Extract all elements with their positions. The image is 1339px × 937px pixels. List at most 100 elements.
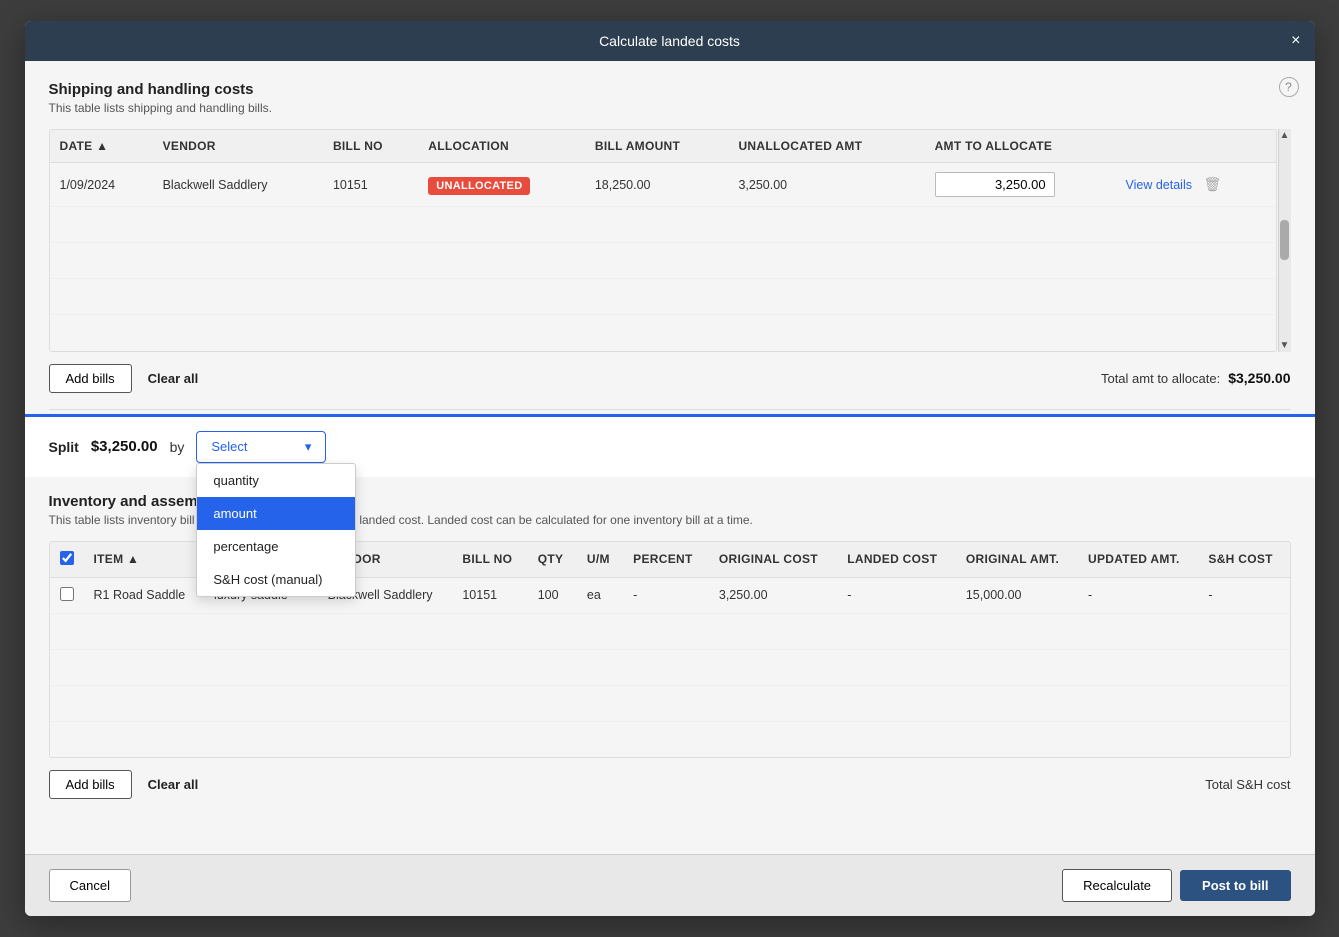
total-label: Total amt to allocate: — [1101, 371, 1220, 386]
scrollbar[interactable]: ▲ ▼ — [1278, 129, 1291, 352]
split-by-label: by — [170, 439, 185, 455]
col-sh-cost: S&H COST — [1198, 542, 1289, 578]
total-sh-cost-label: Total S&H cost — [1205, 777, 1290, 792]
col-bill-no: BILL NO — [323, 130, 418, 163]
col-um: U/M — [577, 542, 623, 578]
amt-to-allocate-input[interactable] — [935, 172, 1055, 197]
modal-footer: Cancel Recalculate Post to bill — [25, 854, 1315, 916]
split-bar: Split $3,250.00 by Select ▾ quantity amo… — [25, 414, 1315, 477]
cell-original-amt: 15,000.00 — [956, 577, 1078, 613]
cell-original-cost: 3,250.00 — [709, 577, 837, 613]
delete-row-icon[interactable]: 🗑 — [1203, 176, 1221, 192]
shipping-actions-left: Add bills Clear all — [49, 364, 199, 393]
col-inv-bill-no: BILL NO — [452, 542, 527, 578]
empty-row — [50, 613, 1290, 649]
dropdown-menu: quantity amount percentage S&H cost (man… — [196, 463, 356, 597]
modal-body: ? Shipping and handling costs This table… — [25, 61, 1315, 854]
cell-percent: - — [623, 577, 709, 613]
total-amount: $3,250.00 — [1228, 370, 1290, 386]
shipping-row-1: 1/09/2024 Blackwell Saddlery 10151 UNALL… — [50, 163, 1276, 207]
close-button[interactable]: × — [1291, 32, 1300, 50]
col-actions — [1116, 130, 1276, 163]
empty-row — [50, 721, 1290, 757]
cell-item: R1 Road Saddle — [84, 577, 205, 613]
inv-add-bills-button[interactable]: Add bills — [49, 770, 132, 799]
select-dropdown-label: Select — [211, 439, 247, 454]
cell-inv-bill-no: 10151 — [452, 577, 527, 613]
inventory-actions-left: Add bills Clear all — [49, 770, 199, 799]
cell-bill-no: 10151 — [323, 163, 418, 207]
col-amt-to-allocate: AMT TO ALLOCATE — [925, 130, 1116, 163]
empty-row — [50, 685, 1290, 721]
modal: Calculate landed costs × ? Shipping and … — [25, 21, 1315, 916]
modal-overlay: Calculate landed costs × ? Shipping and … — [0, 0, 1339, 937]
dropdown-item-sh-cost-manual[interactable]: S&H cost (manual) — [197, 563, 355, 596]
cell-date: 1/09/2024 — [50, 163, 153, 207]
clear-all-button[interactable]: Clear all — [148, 371, 199, 386]
split-amount: $3,250.00 — [91, 438, 158, 455]
shipping-section-title: Shipping and handling costs — [49, 81, 1291, 98]
divider — [49, 409, 1291, 410]
cell-updated-amt: - — [1078, 577, 1198, 613]
shipping-section-subtitle: This table lists shipping and handling b… — [49, 101, 1291, 115]
check-all-checkbox[interactable] — [60, 551, 74, 565]
split-by-dropdown[interactable]: Select ▾ quantity amount percentage S&H … — [196, 431, 326, 463]
footer-right-buttons: Recalculate Post to bill — [1062, 869, 1290, 902]
empty-row — [50, 279, 1276, 315]
col-check-all — [50, 542, 84, 578]
cell-qty: 100 — [528, 577, 577, 613]
cell-check — [50, 577, 84, 613]
cell-landed-cost: - — [837, 577, 956, 613]
empty-row — [50, 315, 1276, 351]
allocation-badge: UNALLOCATED — [428, 177, 530, 195]
cell-bill-amount: 18,250.00 — [585, 163, 729, 207]
dropdown-item-amount[interactable]: amount — [197, 497, 355, 530]
split-label: Split — [49, 439, 79, 455]
modal-header: Calculate landed costs × — [25, 21, 1315, 61]
post-to-bill-button[interactable]: Post to bill — [1180, 870, 1290, 901]
chevron-down-icon: ▾ — [305, 439, 312, 455]
add-bills-button[interactable]: Add bills — [49, 364, 132, 393]
scroll-up-arrow[interactable]: ▲ — [1280, 130, 1290, 141]
modal-title: Calculate landed costs — [599, 33, 740, 49]
col-vendor: VENDOR — [153, 130, 323, 163]
cell-sh-cost: - — [1198, 577, 1289, 613]
scroll-down-arrow[interactable]: ▼ — [1280, 340, 1290, 351]
view-details-link[interactable]: View details — [1126, 178, 1192, 192]
inv-clear-all-button[interactable]: Clear all — [148, 777, 199, 792]
cell-vendor: Blackwell Saddlery — [153, 163, 323, 207]
col-allocation: ALLOCATION — [418, 130, 585, 163]
col-date: DATE ▲ — [50, 130, 153, 163]
inv-total-row: Total S&H cost — [1205, 777, 1290, 792]
col-item: ITEM ▲ — [84, 542, 205, 578]
col-original-amt: ORIGINAL AMT. — [956, 542, 1078, 578]
cell-um: ea — [577, 577, 623, 613]
total-row: Total amt to allocate: $3,250.00 — [1101, 370, 1291, 386]
cell-unallocated-amt: 3,250.00 — [728, 163, 924, 207]
empty-row — [50, 207, 1276, 243]
cell-allocation: UNALLOCATED — [418, 163, 585, 207]
col-bill-amount: BILL AMOUNT — [585, 130, 729, 163]
recalculate-button[interactable]: Recalculate — [1062, 869, 1172, 902]
inventory-actions-row: Add bills Clear all Total S&H cost — [49, 758, 1291, 811]
empty-row — [50, 243, 1276, 279]
col-qty: QTY — [528, 542, 577, 578]
col-unallocated-amt: UNALLOCATED AMT — [728, 130, 924, 163]
shipping-table-wrapper: DATE ▲ VENDOR BILL NO ALLOCATION BILL AM… — [49, 129, 1291, 352]
shipping-table: DATE ▲ VENDOR BILL NO ALLOCATION BILL AM… — [50, 130, 1276, 351]
dropdown-item-quantity[interactable]: quantity — [197, 464, 355, 497]
cell-amt-to-allocate[interactable] — [925, 163, 1116, 207]
cancel-button[interactable]: Cancel — [49, 869, 131, 902]
empty-row — [50, 649, 1290, 685]
dropdown-item-percentage[interactable]: percentage — [197, 530, 355, 563]
row-checkbox[interactable] — [60, 587, 74, 601]
col-updated-amt: UPDATED AMT. — [1078, 542, 1198, 578]
col-original-cost: ORIGINAL COST — [709, 542, 837, 578]
scroll-thumb — [1280, 220, 1289, 260]
cell-row-actions: View details 🗑 — [1116, 163, 1276, 207]
help-icon[interactable]: ? — [1279, 77, 1299, 97]
col-percent: PERCENT — [623, 542, 709, 578]
col-landed-cost: LANDED COST — [837, 542, 956, 578]
select-dropdown-button[interactable]: Select ▾ — [196, 431, 326, 463]
shipping-actions-row: Add bills Clear all Total amt to allocat… — [49, 352, 1291, 405]
